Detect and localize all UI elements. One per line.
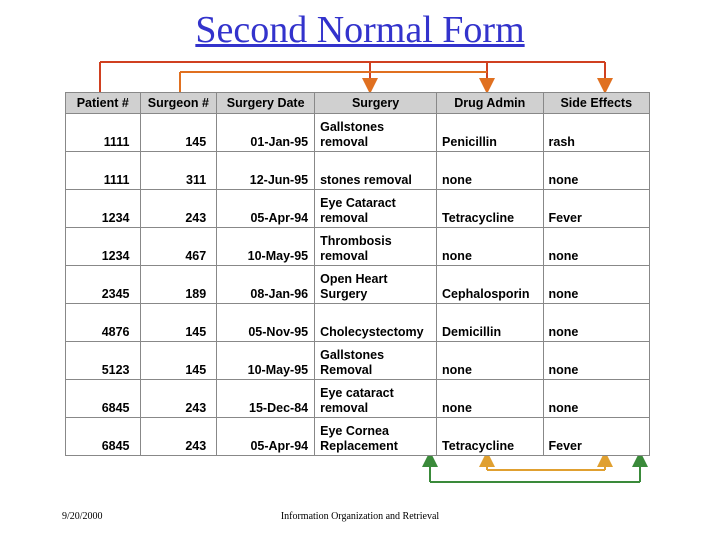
cell-side: none <box>543 152 650 190</box>
table-row: 123446710-May-95Thrombosis removalnoneno… <box>66 228 650 266</box>
cell-side: none <box>543 304 650 342</box>
table-row: 512314510-May-95Gallstones Removalnoneno… <box>66 342 650 380</box>
table-header-row: Patient # Surgeon # Surgery Date Surgery… <box>66 93 650 114</box>
cell-surgery: Eye Cornea Replacement <box>315 418 437 456</box>
col-surgery: Surgery <box>315 93 437 114</box>
cell-drug: none <box>437 228 543 266</box>
table-row: 684524305-Apr-94Eye Cornea ReplacementTe… <box>66 418 650 456</box>
cell-surgeon: 189 <box>140 266 217 304</box>
cell-date: 05-Apr-94 <box>217 418 315 456</box>
table-row: 111131112-Jun-95stones removalnonenone <box>66 152 650 190</box>
cell-patient: 6845 <box>66 380 141 418</box>
cell-drug: none <box>437 380 543 418</box>
table-row: 234518908-Jan-96Open Heart SurgeryCephal… <box>66 266 650 304</box>
cell-patient: 1111 <box>66 152 141 190</box>
cell-surgery: Open Heart Surgery <box>315 266 437 304</box>
cell-surgeon: 243 <box>140 380 217 418</box>
cell-side: Fever <box>543 418 650 456</box>
cell-drug: Tetracycline <box>437 190 543 228</box>
surgery-table: Patient # Surgeon # Surgery Date Surgery… <box>65 92 650 456</box>
cell-drug: Cephalosporin <box>437 266 543 304</box>
cell-patient: 2345 <box>66 266 141 304</box>
cell-patient: 1234 <box>66 190 141 228</box>
cell-patient: 5123 <box>66 342 141 380</box>
cell-drug: Tetracycline <box>437 418 543 456</box>
cell-patient: 1111 <box>66 114 141 152</box>
cell-surgery: Eye Cataract removal <box>315 190 437 228</box>
col-side: Side Effects <box>543 93 650 114</box>
cell-date: 15-Dec-84 <box>217 380 315 418</box>
col-drug: Drug Admin <box>437 93 543 114</box>
cell-side: Fever <box>543 190 650 228</box>
cell-drug: Penicillin <box>437 114 543 152</box>
cell-surgeon: 467 <box>140 228 217 266</box>
cell-surgery: Eye cataract removal <box>315 380 437 418</box>
cell-date: 10-May-95 <box>217 228 315 266</box>
data-table-container: Patient # Surgeon # Surgery Date Surgery… <box>65 92 650 456</box>
cell-side: none <box>543 342 650 380</box>
col-patient: Patient # <box>66 93 141 114</box>
cell-patient: 1234 <box>66 228 141 266</box>
cell-side: none <box>543 266 650 304</box>
cell-date: 08-Jan-96 <box>217 266 315 304</box>
footer-title: Information Organization and Retrieval <box>0 511 720 522</box>
cell-surgeon: 311 <box>140 152 217 190</box>
cell-side: none <box>543 228 650 266</box>
cell-side: rash <box>543 114 650 152</box>
cell-drug: none <box>437 342 543 380</box>
cell-surgery: Thrombosis removal <box>315 228 437 266</box>
col-surgeon: Surgeon # <box>140 93 217 114</box>
cell-date: 12-Jun-95 <box>217 152 315 190</box>
table-row: 684524315-Dec-84Eye cataract removalnone… <box>66 380 650 418</box>
table-row: 111114501-Jan-95Gallstones removalPenici… <box>66 114 650 152</box>
cell-date: 10-May-95 <box>217 342 315 380</box>
cell-surgery: Cholecystectomy <box>315 304 437 342</box>
cell-surgery: Gallstones removal <box>315 114 437 152</box>
cell-date: 01-Jan-95 <box>217 114 315 152</box>
cell-surgeon: 243 <box>140 418 217 456</box>
cell-date: 05-Apr-94 <box>217 190 315 228</box>
slide-title: Second Normal Form <box>0 0 720 52</box>
cell-surgery: stones removal <box>315 152 437 190</box>
table-row: 123424305-Apr-94Eye Cataract removalTetr… <box>66 190 650 228</box>
cell-side: none <box>543 380 650 418</box>
cell-patient: 6845 <box>66 418 141 456</box>
table-row: 487614505-Nov-95CholecystectomyDemicilli… <box>66 304 650 342</box>
col-date: Surgery Date <box>217 93 315 114</box>
cell-surgery: Gallstones Removal <box>315 342 437 380</box>
cell-patient: 4876 <box>66 304 141 342</box>
cell-drug: Demicillin <box>437 304 543 342</box>
cell-surgeon: 243 <box>140 190 217 228</box>
cell-surgeon: 145 <box>140 114 217 152</box>
cell-date: 05-Nov-95 <box>217 304 315 342</box>
cell-surgeon: 145 <box>140 342 217 380</box>
cell-drug: none <box>437 152 543 190</box>
cell-surgeon: 145 <box>140 304 217 342</box>
